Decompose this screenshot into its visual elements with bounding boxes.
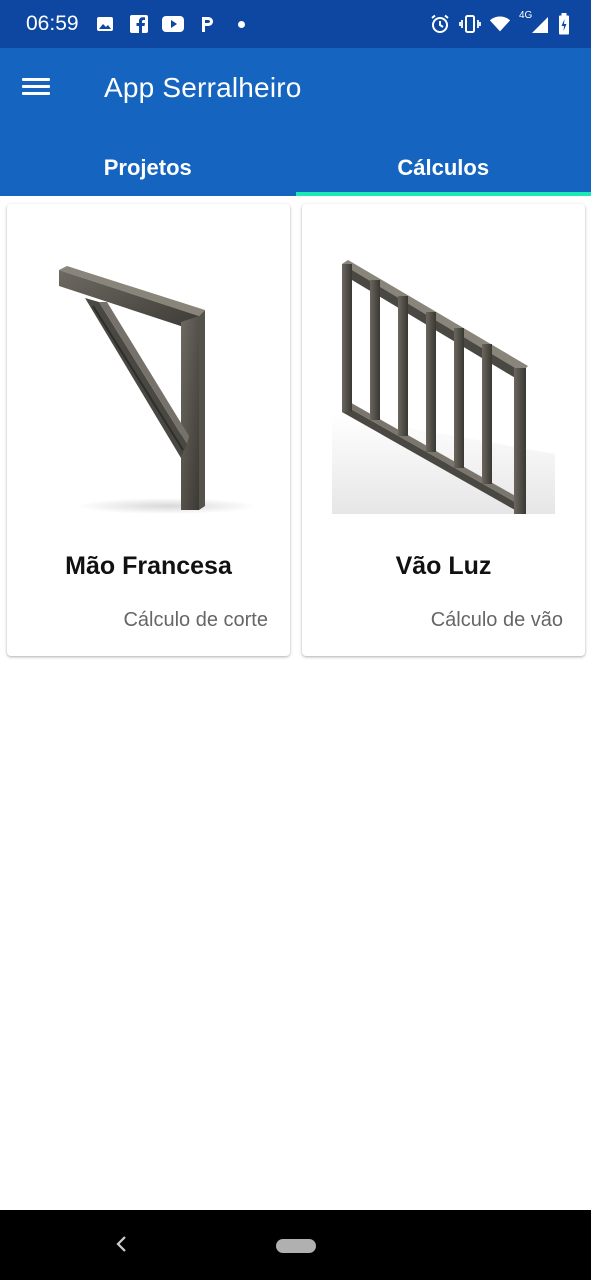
facebook-icon <box>128 14 150 34</box>
signal-icon: 4G <box>519 10 549 34</box>
card-subtitle: Cálculo de vão <box>430 609 563 631</box>
mao-francesa-image <box>37 244 260 514</box>
card-title: Vão Luz <box>395 552 492 580</box>
gallery-icon <box>94 14 116 34</box>
system-icons: 4G <box>429 10 571 36</box>
notification-icons <box>94 14 252 34</box>
card-title: Mão Francesa <box>65 552 232 580</box>
tab-projetos[interactable]: Projetos <box>0 140 296 196</box>
card-vao-luz[interactable]: Vão Luz Cálculo de vão <box>302 204 585 656</box>
calculos-grid: Mão Francesa Cálculo de corte Vão Luz Cá… <box>0 196 591 1210</box>
card-mao-francesa[interactable]: Mão Francesa Cálculo de corte <box>7 204 290 656</box>
back-icon[interactable] <box>110 1232 134 1256</box>
wifi-icon <box>489 14 511 34</box>
vao-luz-image <box>332 244 555 514</box>
battery-icon <box>557 13 571 35</box>
app-title: App Serralheiro <box>104 72 302 103</box>
home-button[interactable] <box>276 1239 316 1253</box>
vibrate-icon <box>459 14 481 34</box>
status-bar: 06:59 4G <box>0 0 591 48</box>
app-bar: App Serralheiro Projetos Cálculos <box>0 48 591 196</box>
alarm-icon <box>429 14 451 34</box>
tab-bar: Projetos Cálculos <box>0 140 591 196</box>
p-icon <box>196 14 218 34</box>
menu-icon[interactable] <box>22 74 58 102</box>
status-time: 06:59 <box>26 12 79 35</box>
card-subtitle: Cálculo de corte <box>123 609 268 631</box>
youtube-icon <box>162 14 184 34</box>
tab-calculos[interactable]: Cálculos <box>295 140 591 196</box>
dot-icon <box>230 14 252 34</box>
system-nav-bar <box>0 1210 591 1280</box>
